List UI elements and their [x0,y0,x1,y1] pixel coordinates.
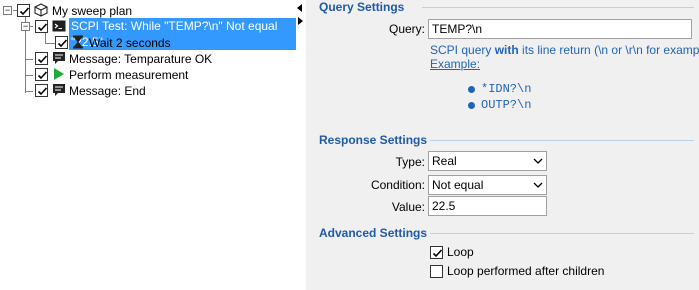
loop-after-children-label: Loop performed after children [447,264,605,278]
scpi-collapse-toggle[interactable]: − [21,22,30,31]
loop-label: Loop [447,245,474,259]
tree-connector [45,43,55,44]
collapse-left-arrow-icon[interactable] [297,4,302,12]
terminal-icon [52,19,68,35]
value-input[interactable]: 22.5 [428,196,547,216]
response-settings-title: Response Settings [319,133,428,147]
section-divider [430,233,694,234]
measurement-checkbox[interactable] [35,68,48,81]
expand-right-arrow-icon[interactable] [298,17,303,25]
loop-after-children-checkbox[interactable] [430,264,443,278]
value-label: Value: [391,200,425,214]
chevron-down-icon [533,158,543,164]
wait-checkbox[interactable] [55,36,68,49]
query-input[interactable]: TEMP?\n [428,19,692,39]
example-item: OUTP?\n [468,98,531,112]
root-checkbox[interactable] [17,4,30,17]
tree-item-label[interactable]: Message: End [69,83,146,99]
example-link[interactable]: Example: [430,57,480,71]
loop-checkbox[interactable] [430,245,443,259]
condition-label: Condition: [370,178,425,192]
root-collapse-toggle[interactable]: − [3,6,12,15]
query-settings-title: Query Settings [319,0,405,14]
play-icon [53,67,69,83]
message-ok-checkbox[interactable] [35,52,48,65]
hourglass-icon [72,35,88,51]
type-label: Type: [395,155,425,169]
bullet-icon [468,85,475,93]
section-divider [422,7,694,8]
pane-splitter[interactable] [296,0,306,290]
query-label: Query: [388,22,425,36]
loop-after-children-row[interactable]: Loop performed after children [430,264,604,278]
tree-connector [25,59,33,60]
section-divider [430,140,694,141]
advanced-settings-title: Advanced Settings [319,226,428,240]
scpi-test-checkbox[interactable] [35,20,48,33]
message-icon [52,83,68,99]
tree-connector [25,91,33,92]
properties-panel: Query Settings Query: TEMP?\n SCPI query… [306,0,699,290]
tree-item-label[interactable]: My sweep plan [52,3,132,19]
query-hint: SCPI query with its line return (\n or \… [430,43,699,57]
tree-item-label[interactable]: Wait 2 seconds [89,35,171,51]
message-icon [52,51,68,67]
cube-icon [34,3,50,19]
message-end-checkbox[interactable] [35,84,48,97]
loop-checkbox-row[interactable]: Loop [430,245,474,259]
example-item: *IDN?\n [468,82,531,96]
type-select[interactable]: Real [428,151,547,171]
bullet-icon [468,101,475,109]
tree-connector [25,75,33,76]
tree-item-label[interactable]: Message: Temparature OK [69,51,212,67]
condition-select[interactable]: Not equal [428,175,547,195]
sequence-tree[interactable]: − My sweep plan − SCPI Test: While "TEMP… [0,0,296,290]
tree-item-label[interactable]: Perform measurement [69,67,188,83]
chevron-down-icon [533,182,543,188]
